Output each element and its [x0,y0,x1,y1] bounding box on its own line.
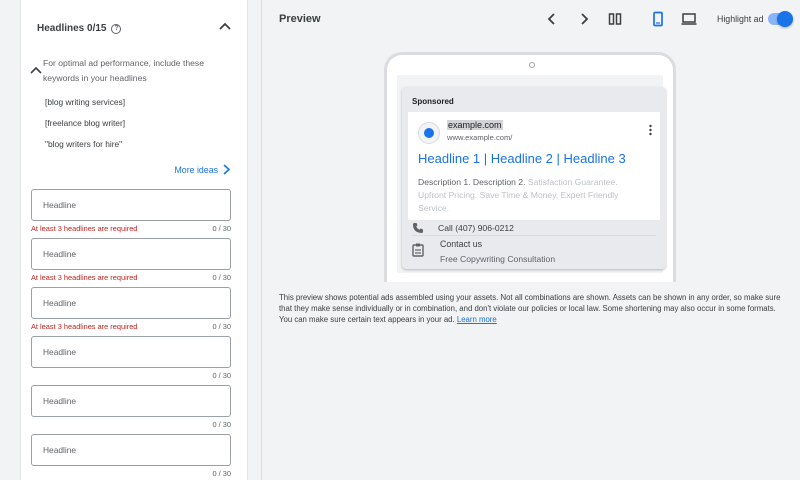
headline-placeholder: Headline [43,347,77,357]
chevron-left-icon[interactable] [544,11,560,27]
headlines-panel: Headlines 0/15 ? For optimal ad performa… [0,0,262,480]
highlight-ad-label: Highlight ad [717,14,764,24]
preview-disclaimer: This preview shows potential ads assembl… [279,292,787,325]
headline-error: At least 3 headlines are required [31,322,138,331]
highlighted-ad-region: example.com www.example.com/ Headline 1 … [408,112,660,220]
chevron-up-icon[interactable] [29,63,43,77]
phone-preview: Sponsored example.com www.example.com/ H… [384,52,676,282]
phone-icon [413,223,423,233]
sponsored-label: Sponsored [412,97,454,106]
help-icon[interactable]: ? [111,23,122,34]
headline-input[interactable]: Headline [31,336,231,368]
headline-input[interactable]: Headline [31,189,231,221]
ad-headline[interactable]: Headline 1 | Headline 2 | Headline 3 [418,151,626,166]
ad-display-url: www.example.com/ [447,133,513,142]
headlines-title: Headlines 0/15 [37,23,107,34]
keyword-tip: For optimal ad performance, include thes… [43,58,204,83]
mobile-icon[interactable] [650,11,666,27]
contact-title: Contact us [440,239,483,249]
site-favicon-icon [418,122,440,144]
keyword-suggestion[interactable]: [freelance blog writer] [45,118,125,128]
headline-placeholder: Headline [43,396,77,406]
clipboard-icon [412,243,424,257]
toggle-knob [777,11,793,27]
ad-site-name: example.com [447,120,503,130]
headline-placeholder: Headline [43,445,77,455]
headlines-header: Headlines 0/15 ? [37,23,122,34]
phone-screen: Sponsored example.com www.example.com/ H… [397,75,666,273]
headline-input[interactable]: Headline [31,238,231,270]
ad-card: Sponsored example.com www.example.com/ H… [402,87,666,269]
highlight-ad-toggle[interactable] [768,11,793,27]
headline-input[interactable]: Headline [31,287,231,319]
keyword-suggestion[interactable]: "blog writers for hire" [45,139,122,149]
more-ideas-link[interactable]: More ideas [174,164,231,175]
more-vert-icon[interactable] [649,124,652,136]
ad-description-main: Description 1. Description 2. [418,177,526,187]
learn-more-link[interactable]: Learn more [457,315,497,324]
chevron-up-icon[interactable] [217,18,233,34]
divider [412,235,656,236]
headline-char-count: 0 / 30 [212,420,232,429]
phone-camera-icon [529,62,535,68]
contact-subtitle: Free Copywriting Consultation [440,254,556,264]
headline-error: At least 3 headlines are required [31,273,138,282]
headline-error: At least 3 headlines are required [31,224,138,233]
call-extension[interactable]: Call (407) 906-0212 [412,222,514,234]
headline-char-count: 0 / 30 [212,224,232,233]
headline-placeholder: Headline [43,298,77,308]
desktop-icon[interactable] [681,11,697,27]
contact-extension[interactable]: Contact us Free Copywriting Consultation [412,239,555,264]
preview-title: Preview [279,13,321,25]
ad-description: Description 1. Description 2. Satisfacti… [418,176,644,215]
headlines-card: Headlines 0/15 ? For optimal ad performa… [20,0,248,480]
chevron-right-icon [223,164,231,175]
headline-char-count: 0 / 30 [212,273,232,282]
columns-icon[interactable] [607,11,623,27]
headline-input[interactable]: Headline [31,385,231,417]
keyword-suggestion[interactable]: [blog writing services] [45,97,125,107]
headline-placeholder: Headline [43,249,77,259]
disclaimer-text: This preview shows potential ads assembl… [279,293,781,324]
headline-char-count: 0 / 30 [212,469,232,478]
headline-char-count: 0 / 30 [212,322,232,331]
headline-placeholder: Headline [43,200,77,210]
headline-input[interactable]: Headline [31,434,231,466]
headline-char-count: 0 / 30 [212,371,232,380]
call-label: Call (407) 906-0212 [438,223,514,233]
more-ideas-label: More ideas [174,164,218,175]
chevron-right-icon[interactable] [576,11,592,27]
